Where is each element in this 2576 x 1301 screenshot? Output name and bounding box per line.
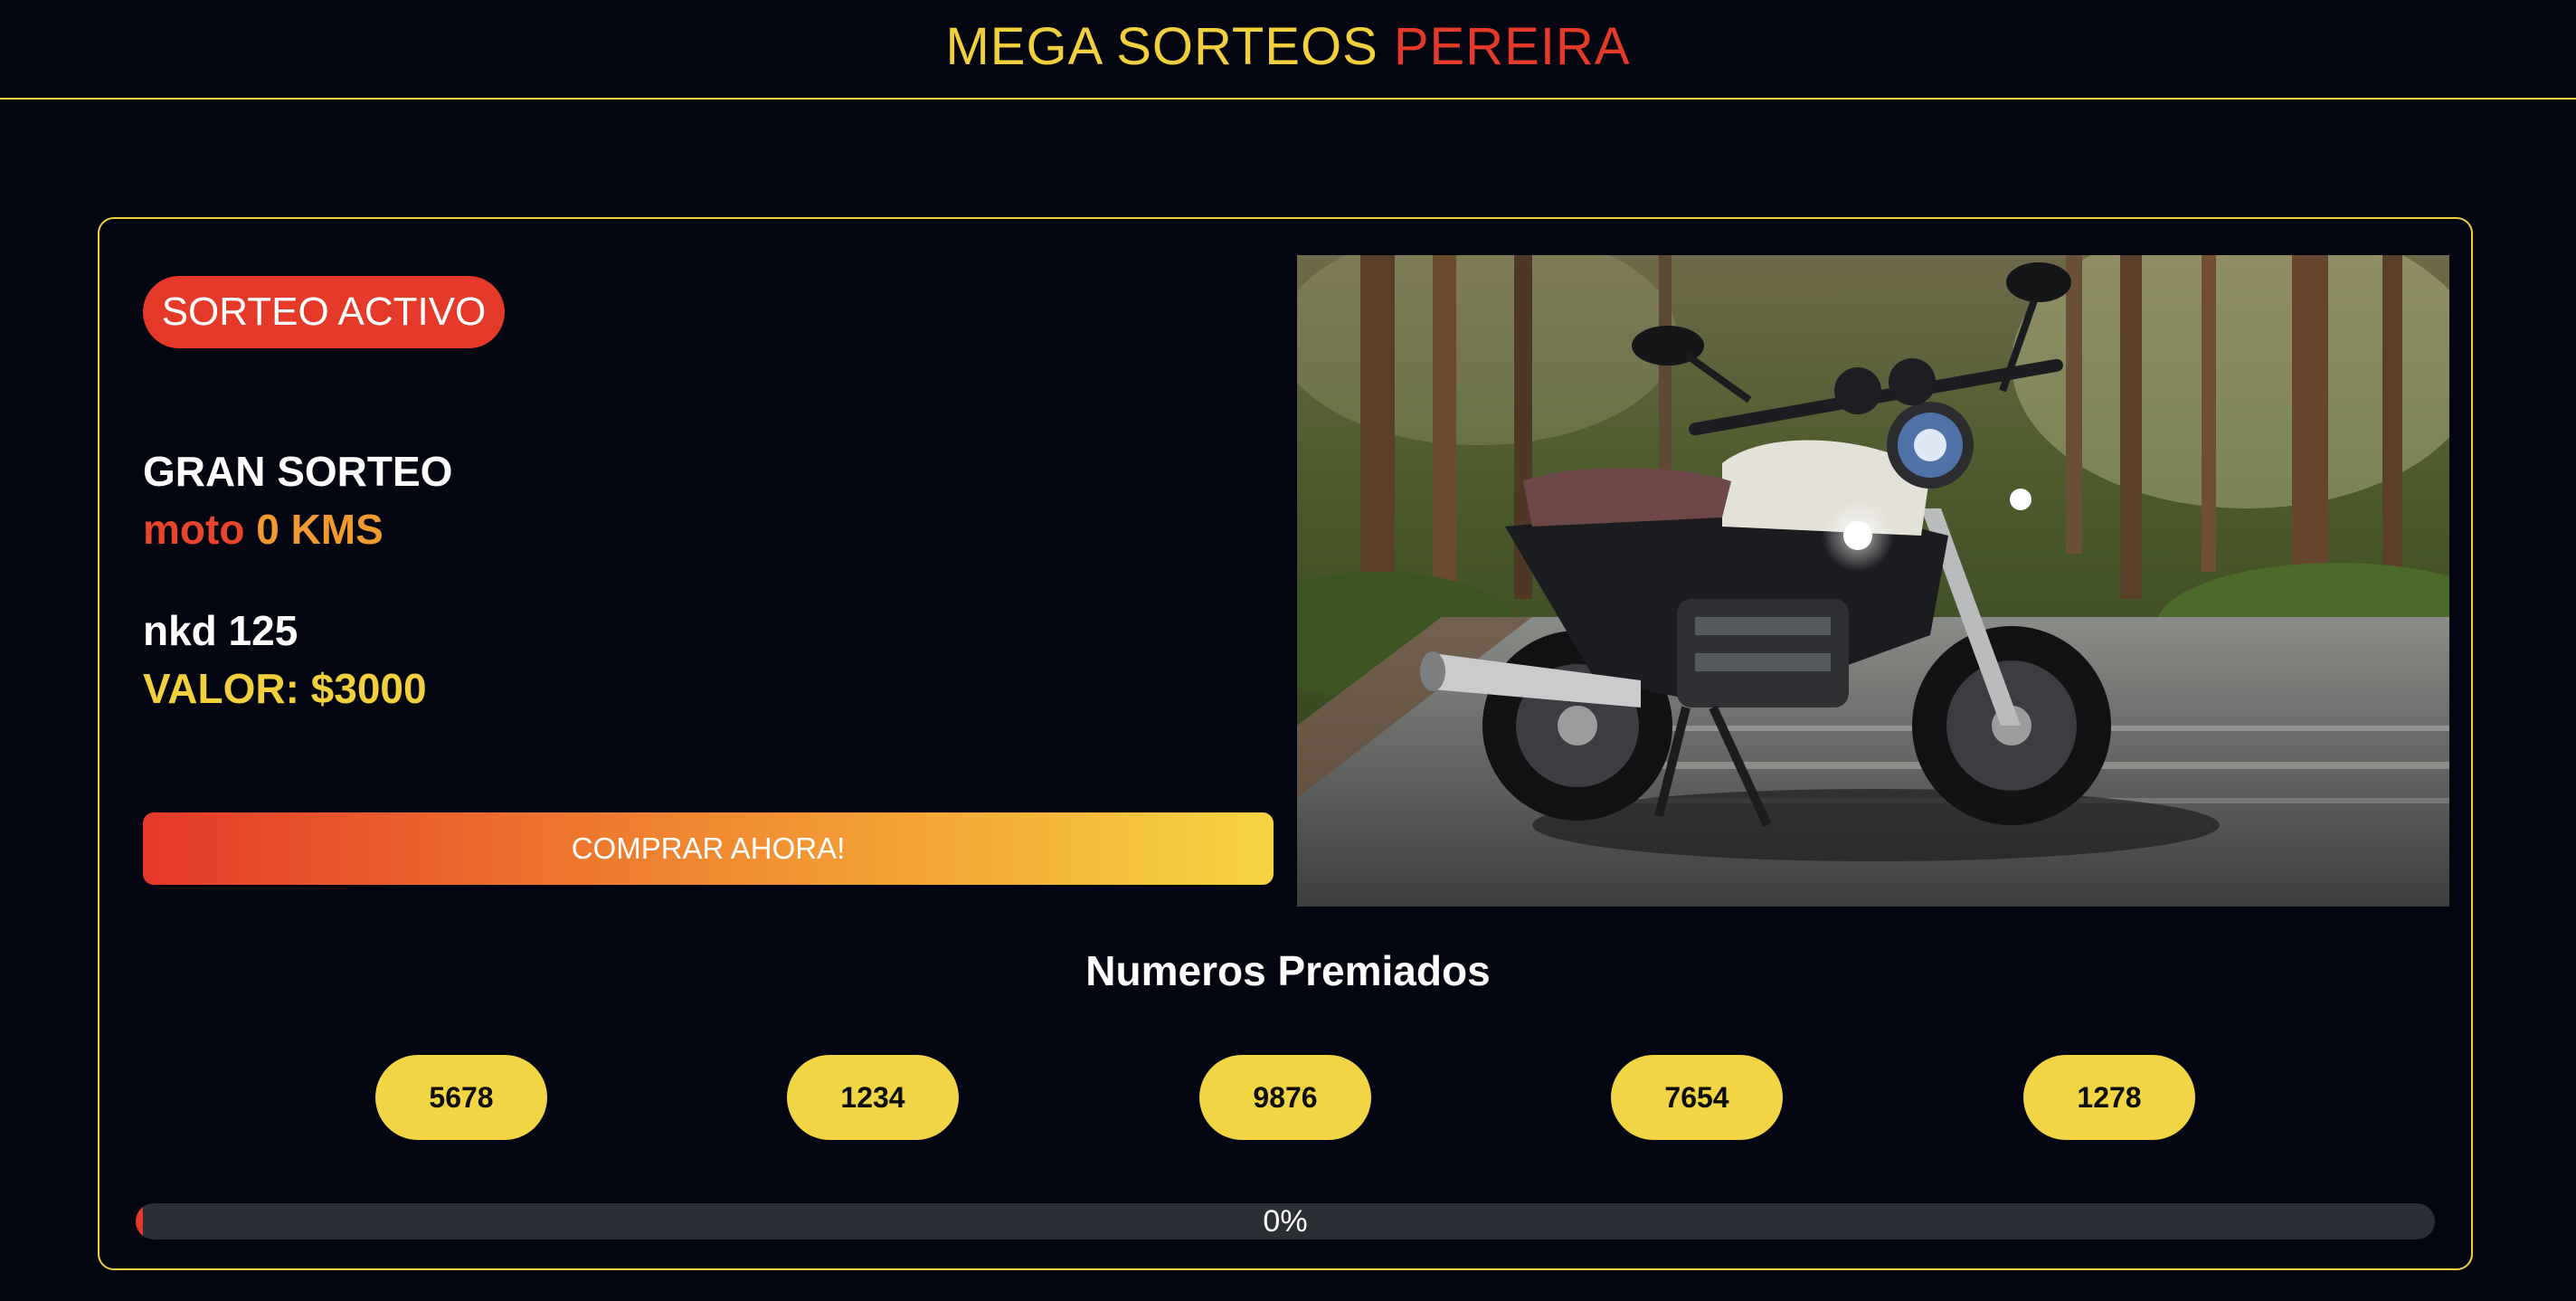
winning-numbers-title: Numeros Premiados	[1085, 947, 1491, 994]
prize-word-kms: 0 KMS	[256, 506, 384, 553]
buy-now-button[interactable]: COMPRAR AHORA!	[143, 812, 1274, 885]
motorcycle-photo	[1297, 255, 2449, 907]
site-title-part1: MEGA SORTEOS	[945, 16, 1378, 76]
winning-number-pill: 1234	[787, 1055, 959, 1140]
site-header: MEGA SORTEOS PEREIRA	[0, 0, 2576, 100]
winning-number-pill: 1278	[2023, 1055, 2195, 1140]
prize-price: VALOR: $3000	[143, 665, 427, 712]
winning-number-pill: 7654	[1611, 1055, 1783, 1140]
raffle-heading: GRAN SORTEO	[143, 448, 453, 495]
progress-label: 0%	[1263, 1204, 1308, 1239]
winning-number-pill: 9876	[1199, 1055, 1371, 1140]
sales-progress-bar: 0%	[136, 1203, 2435, 1239]
winning-number-pill: 5678	[375, 1055, 547, 1140]
prize-model: nkd 125	[143, 607, 298, 654]
prize-subtitle: moto 0 KMS	[143, 505, 384, 554]
prize-word-moto: moto	[143, 506, 245, 553]
status-badge: SORTEO ACTIVO	[143, 276, 505, 348]
site-title: MEGA SORTEOS PEREIRA	[945, 16, 1630, 77]
site-title-part2: PEREIRA	[1393, 16, 1631, 76]
